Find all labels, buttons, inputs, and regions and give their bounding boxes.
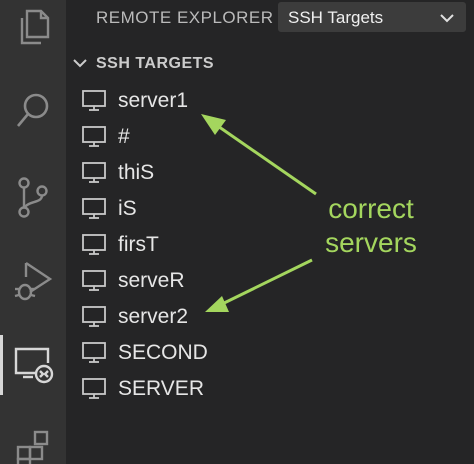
ssh-target-label: SECOND bbox=[118, 341, 208, 364]
chevron-down-icon bbox=[439, 11, 455, 29]
ssh-target-label: thiS bbox=[118, 161, 155, 184]
monitor-icon bbox=[82, 198, 106, 225]
ssh-target-label: # bbox=[118, 125, 130, 148]
annotation-label: correct servers bbox=[316, 192, 426, 260]
monitor-icon bbox=[82, 270, 106, 297]
ssh-target-item[interactable]: server2 bbox=[66, 300, 474, 334]
activity-bar bbox=[0, 0, 66, 464]
ssh-target-label: server1 bbox=[118, 89, 189, 112]
source-control-icon[interactable] bbox=[0, 162, 66, 232]
ssh-target-item[interactable]: serveR bbox=[66, 264, 474, 298]
monitor-icon bbox=[82, 378, 106, 405]
ssh-target-label: server2 bbox=[118, 305, 189, 328]
monitor-icon bbox=[82, 162, 106, 189]
chevron-down-icon bbox=[72, 56, 88, 75]
remote-explorer-icon[interactable] bbox=[0, 330, 66, 400]
ssh-target-label: serveR bbox=[118, 269, 185, 292]
ssh-target-item[interactable]: SECOND bbox=[66, 336, 474, 370]
monitor-icon bbox=[82, 342, 106, 369]
ssh-target-item[interactable]: # bbox=[66, 120, 474, 154]
ssh-target-item[interactable]: thiS bbox=[66, 156, 474, 190]
ssh-target-item[interactable]: SERVER bbox=[66, 372, 474, 406]
remote-type-select[interactable]: SSH Targets bbox=[278, 2, 466, 32]
section-title: SSH TARGETS bbox=[96, 55, 215, 72]
ssh-target-label: SERVER bbox=[118, 377, 204, 400]
select-value: SSH Targets bbox=[288, 8, 384, 27]
monitor-icon bbox=[82, 234, 106, 261]
ssh-target-item[interactable]: server1 bbox=[66, 84, 474, 118]
view-title: REMOTE EXPLORER bbox=[96, 8, 274, 27]
monitor-icon bbox=[82, 306, 106, 333]
extensions-icon[interactable] bbox=[0, 414, 66, 464]
view-header: REMOTE EXPLORER SSH Targets bbox=[66, 0, 474, 36]
monitor-icon bbox=[82, 126, 106, 153]
files-icon[interactable] bbox=[0, 0, 66, 62]
annotation-line-2: servers bbox=[325, 227, 417, 258]
run-debug-icon[interactable] bbox=[0, 246, 66, 316]
ssh-targets-section-header[interactable]: SSH TARGETS bbox=[66, 50, 474, 78]
vscode-window: REMOTE EXPLORER SSH Targets SSH TARGETS … bbox=[0, 0, 474, 464]
monitor-icon bbox=[82, 90, 106, 117]
search-icon[interactable] bbox=[0, 76, 66, 146]
ssh-target-label: firsT bbox=[118, 233, 159, 256]
annotation-line-1: correct bbox=[328, 193, 414, 224]
ssh-target-label: iS bbox=[118, 197, 137, 220]
